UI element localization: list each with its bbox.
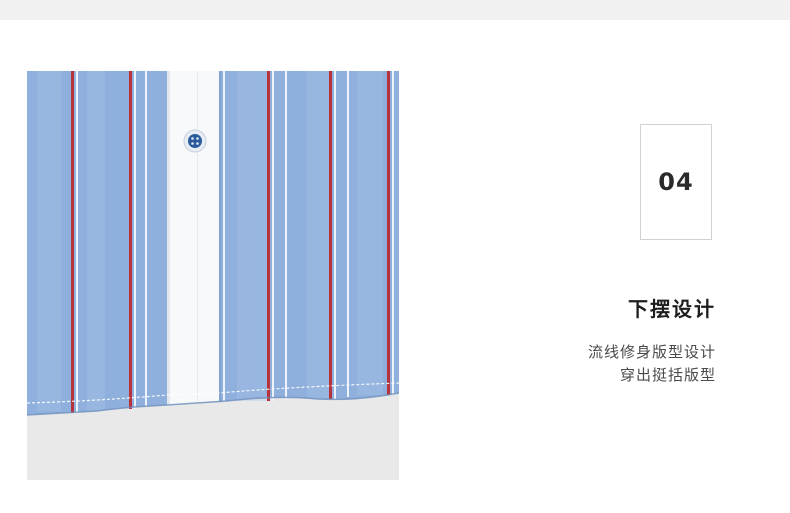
shirt-hem-photo — [27, 71, 399, 480]
feature-title: 下摆设计 — [628, 297, 716, 321]
button-icon — [183, 129, 207, 153]
feature-number: 04 — [658, 168, 694, 196]
feature-description: 流线修身版型设计 穿出挺括版型 — [588, 341, 716, 387]
description-line: 穿出挺括版型 — [619, 366, 716, 384]
description-line: 流线修身版型设计 — [587, 343, 716, 361]
shirt-placket — [167, 71, 219, 405]
top-divider-band — [0, 0, 790, 20]
feature-number-box: 04 — [640, 124, 712, 240]
